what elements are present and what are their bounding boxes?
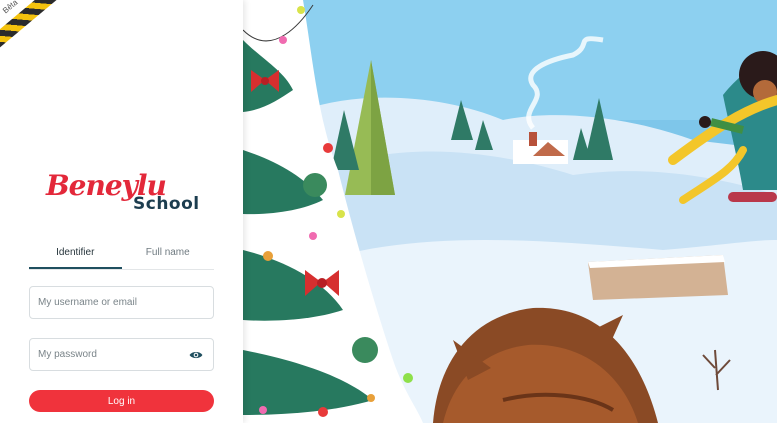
tab-full-name[interactable]: Full name — [122, 245, 215, 269]
eye-icon[interactable] — [189, 349, 203, 361]
password-input[interactable] — [30, 339, 213, 370]
logo-school: School — [133, 194, 200, 214]
login-panel: Bêta Beneylu School Identifier Full name… — [0, 0, 243, 423]
tab-identifier[interactable]: Identifier — [29, 245, 122, 269]
beneylu-school-logo: Beneylu School — [46, 172, 199, 215]
password-field — [29, 338, 214, 371]
username-input[interactable] — [30, 287, 213, 318]
beta-label: Bêta — [1, 0, 20, 16]
username-field — [29, 286, 214, 319]
login-tabs: Identifier Full name — [29, 245, 214, 270]
winter-illustration — [243, 0, 777, 423]
login-button[interactable]: Log in — [29, 390, 214, 412]
